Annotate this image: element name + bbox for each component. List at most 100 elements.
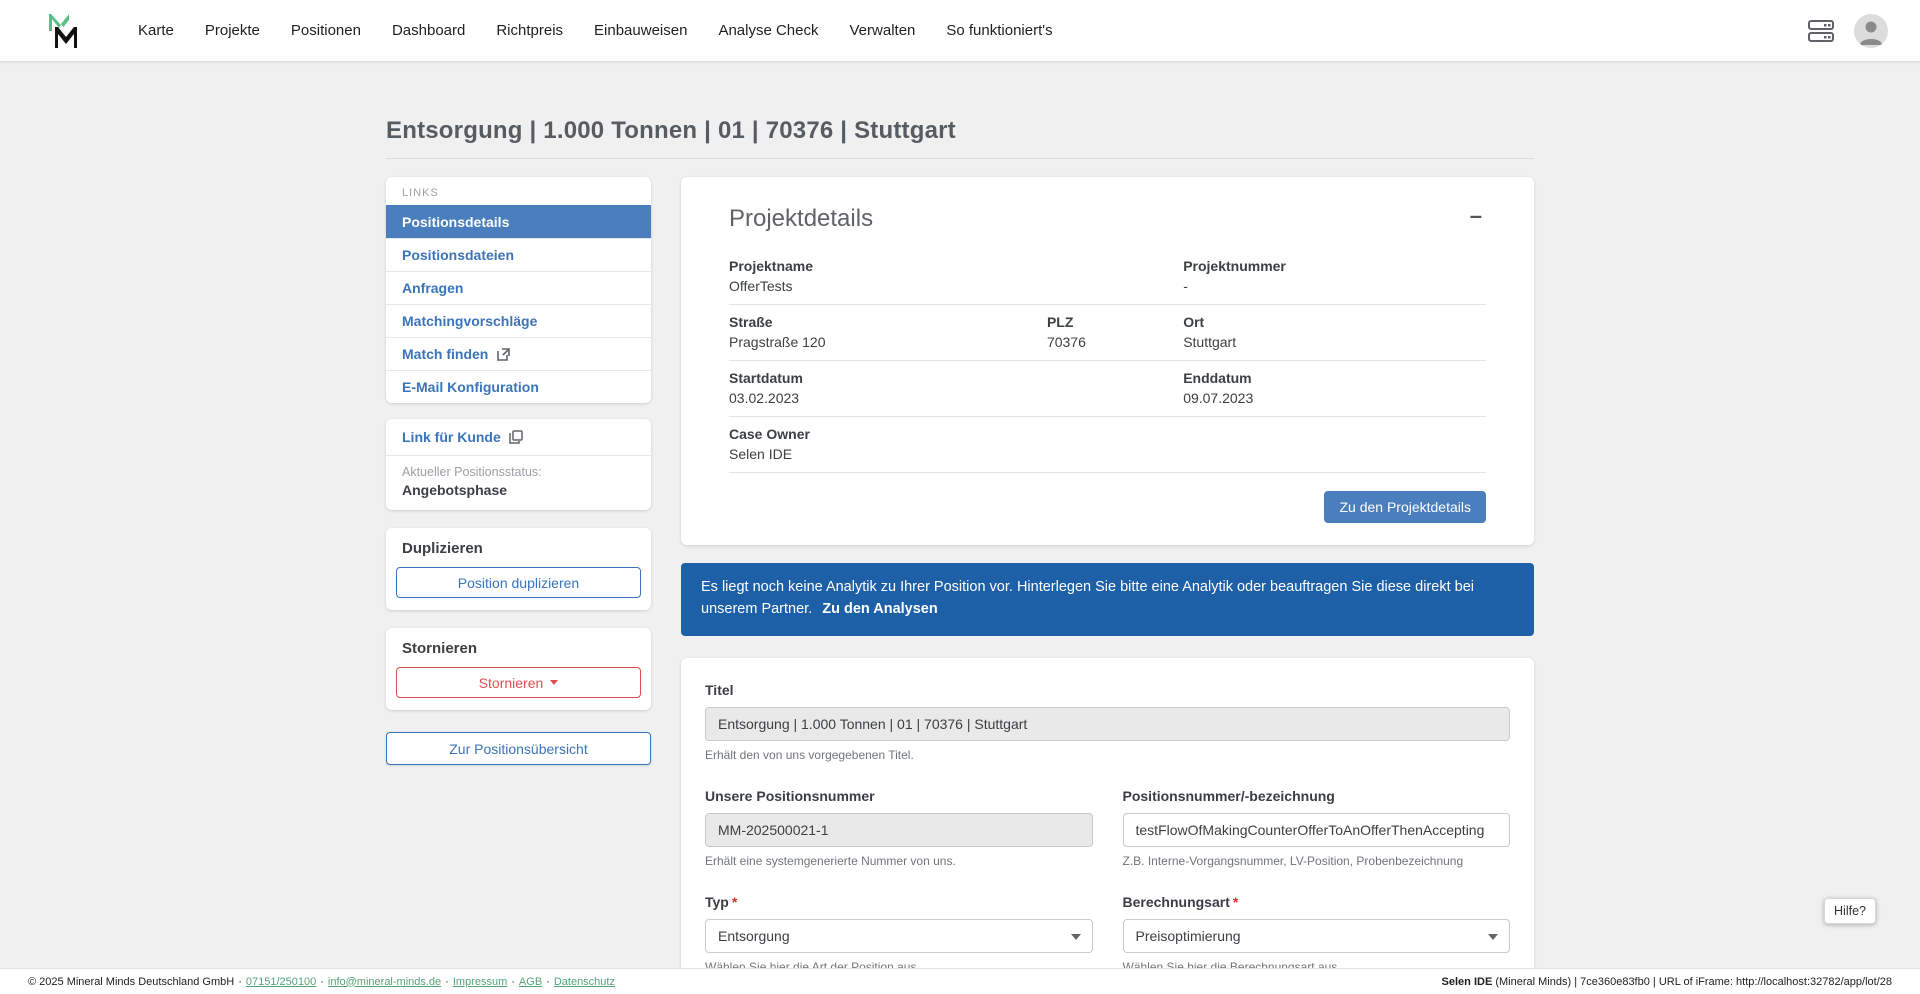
links-card: LINKS Positionsdetails Positionsdateien bbox=[386, 177, 651, 403]
case-owner-value: Selen IDE bbox=[729, 446, 793, 462]
cancel-position-button[interactable]: Stornieren bbox=[396, 667, 641, 698]
titel-input bbox=[705, 706, 1510, 741]
links-header: LINKS bbox=[402, 187, 439, 199]
mineral-minds-logo[interactable] bbox=[44, 10, 86, 52]
external-link-icon bbox=[497, 347, 511, 361]
project-row-owner: Case Owner Selen IDE bbox=[729, 417, 1486, 473]
nav-item-richtpreis[interactable]: Richtpreis bbox=[496, 22, 563, 39]
position-overview-button[interactable]: Zur Positionsübersicht bbox=[386, 732, 651, 765]
projektname-label: Projektname bbox=[729, 258, 814, 274]
chevron-down-icon bbox=[1488, 933, 1498, 940]
sidebar-item-email-konfiguration[interactable]: E-Mail Konfiguration bbox=[386, 371, 651, 403]
strasse-value: Pragstraße 120 bbox=[729, 334, 826, 350]
user-avatar[interactable] bbox=[1854, 13, 1888, 48]
nav-item-so-funktionierts[interactable]: So funktioniert's bbox=[946, 22, 1052, 39]
nav-item-dashboard[interactable]: Dashboard bbox=[392, 22, 465, 39]
project-row-address: Straße Pragstraße 120 PLZ 70376 Ort Stut… bbox=[729, 305, 1486, 361]
analytics-alert-banner: Es liegt noch keine Analytik zu Ihrer Po… bbox=[681, 563, 1534, 636]
cancel-card: Stornieren Stornieren bbox=[386, 628, 651, 710]
duplicate-title: Duplizieren bbox=[402, 540, 483, 557]
berechnungsart-select[interactable]: Preisoptimierung bbox=[1122, 918, 1510, 953]
footer-agb-link[interactable]: AGB bbox=[519, 976, 542, 988]
projektnummer-value: - bbox=[1183, 278, 1188, 294]
titel-label: Titel bbox=[705, 681, 734, 698]
go-to-analyses-link[interactable]: Zu den Analysen bbox=[822, 601, 937, 617]
footer-separator: · bbox=[238, 975, 242, 988]
sidebar-item-label: Positionsdateien bbox=[402, 247, 515, 263]
alert-text: Es liegt noch keine Analytik zu Ihrer Po… bbox=[701, 579, 1474, 618]
case-owner-label: Case Owner bbox=[729, 426, 810, 442]
enddatum-value: 09.07.2023 bbox=[1183, 390, 1254, 406]
collapse-icon[interactable]: – bbox=[1466, 205, 1486, 227]
customer-link-card: Link für Kunde Aktueller Positionsstatus… bbox=[386, 419, 651, 510]
footer-phone-link[interactable]: 07151/250100 bbox=[246, 976, 316, 988]
top-navbar: Karte Projekte Positionen Dashboard Rich… bbox=[0, 0, 1920, 61]
berechnungsart-select-value: Preisoptimierung bbox=[1135, 927, 1241, 944]
projektname-value: OfferTests bbox=[729, 278, 793, 294]
project-row-dates: Startdatum 03.02.2023 Enddatum 09.07.202… bbox=[729, 361, 1486, 417]
sidebar-item-match-finden[interactable]: Match finden bbox=[386, 338, 651, 370]
project-details-card: Projektdetails – Projektname OfferTests … bbox=[681, 177, 1534, 545]
duplicate-card: Duplizieren Position duplizieren bbox=[386, 528, 651, 610]
positionsnummer-helper: Erhält eine systemgenerierte Nummer von … bbox=[705, 853, 956, 868]
titel-helper: Erhält den von uns vorgegebenen Titel. bbox=[705, 747, 914, 762]
bezeichnung-helper: Z.B. Interne-Vorgangsnummer, LV-Position… bbox=[1122, 853, 1464, 868]
nav-item-verwalten[interactable]: Verwalten bbox=[850, 22, 916, 39]
footer-separator: · bbox=[320, 975, 324, 988]
footer-separator: · bbox=[445, 975, 449, 988]
cancel-button-label: Stornieren bbox=[478, 674, 544, 691]
sidebar-item-positionsdateien[interactable]: Positionsdateien bbox=[386, 239, 651, 271]
chevron-down-icon bbox=[1070, 933, 1081, 940]
chevron-down-icon bbox=[550, 680, 559, 685]
project-row-name-number: Projektname OfferTests Projektnummer - bbox=[729, 249, 1486, 305]
sidebar-item-matchingvorschlaege[interactable]: Matchingvorschläge bbox=[386, 305, 651, 337]
bezeichnung-input[interactable] bbox=[1122, 812, 1510, 847]
sidebar-item-anfragen[interactable]: Anfragen bbox=[386, 272, 651, 304]
footer-session-info: Selen IDE (Mineral Minds) | 7ce360e83fb0… bbox=[1442, 976, 1892, 988]
projektnummer-label: Projektnummer bbox=[1183, 258, 1286, 274]
required-asterisk: * bbox=[731, 893, 738, 910]
plz-value: 70376 bbox=[1046, 334, 1086, 350]
positionsnummer-label: Unsere Positionsnummer bbox=[705, 787, 875, 804]
sidebar: LINKS Positionsdetails Positionsdateien bbox=[386, 177, 651, 765]
positionsnummer-input bbox=[705, 812, 1093, 847]
footer-separator: · bbox=[511, 975, 515, 988]
nav-item-projekte[interactable]: Projekte bbox=[205, 22, 260, 39]
help-button[interactable]: Hilfe? bbox=[1824, 898, 1876, 924]
strasse-label: Straße bbox=[729, 314, 773, 330]
go-to-project-details-button[interactable]: Zu den Projektdetails bbox=[1324, 491, 1486, 523]
footer-separator: · bbox=[546, 975, 550, 988]
bezeichnung-label: Positionsnummer/-bezeichnung bbox=[1122, 787, 1335, 804]
required-asterisk: * bbox=[1232, 893, 1239, 910]
logo-icon bbox=[49, 13, 77, 48]
sidebar-item-positionsdetails[interactable]: Positionsdetails bbox=[386, 206, 651, 238]
customer-link[interactable]: Link für Kunde bbox=[386, 419, 651, 455]
ort-label: Ort bbox=[1183, 314, 1205, 330]
nav-item-karte[interactable]: Karte bbox=[138, 22, 174, 39]
title-divider bbox=[386, 158, 1534, 159]
nav-item-analyse-check[interactable]: Analyse Check bbox=[718, 22, 818, 39]
footer-email-link[interactable]: info@mineral-minds.de bbox=[328, 976, 441, 988]
footer-datenschutz-link[interactable]: Datenschutz bbox=[554, 976, 615, 988]
nav-item-positionen[interactable]: Positionen bbox=[291, 22, 361, 39]
typ-label-text: Typ bbox=[705, 893, 729, 910]
startdatum-label: Startdatum bbox=[729, 370, 803, 386]
duplicate-position-button[interactable]: Position duplizieren bbox=[396, 567, 641, 598]
server-stack-icon[interactable] bbox=[1806, 16, 1836, 46]
typ-select[interactable]: Entsorgung bbox=[705, 918, 1093, 953]
sidebar-item-label: Match finden bbox=[402, 346, 489, 362]
footer-user-name: Selen IDE bbox=[1441, 975, 1493, 988]
startdatum-value: 03.02.2023 bbox=[729, 390, 800, 406]
footer: © 2025 Mineral Minds Deutschland GmbH · … bbox=[0, 968, 1920, 994]
footer-impressum-link[interactable]: Impressum bbox=[453, 976, 507, 988]
copy-icon bbox=[509, 430, 523, 444]
nav-item-einbauweisen[interactable]: Einbauweisen bbox=[594, 22, 687, 39]
sidebar-item-label: E-Mail Konfiguration bbox=[402, 379, 539, 395]
position-status-label: Aktueller Positionsstatus: bbox=[402, 465, 542, 479]
enddatum-label: Enddatum bbox=[1183, 370, 1252, 386]
berechnungsart-label: Berechnungsart * bbox=[1123, 894, 1511, 910]
sidebar-item-label: Positionsdetails bbox=[402, 214, 510, 230]
page-title: Entsorgung | 1.000 Tonnen | 01 | 70376 |… bbox=[386, 117, 956, 144]
plz-label: PLZ bbox=[1046, 314, 1074, 330]
typ-select-value: Entsorgung bbox=[718, 927, 790, 944]
